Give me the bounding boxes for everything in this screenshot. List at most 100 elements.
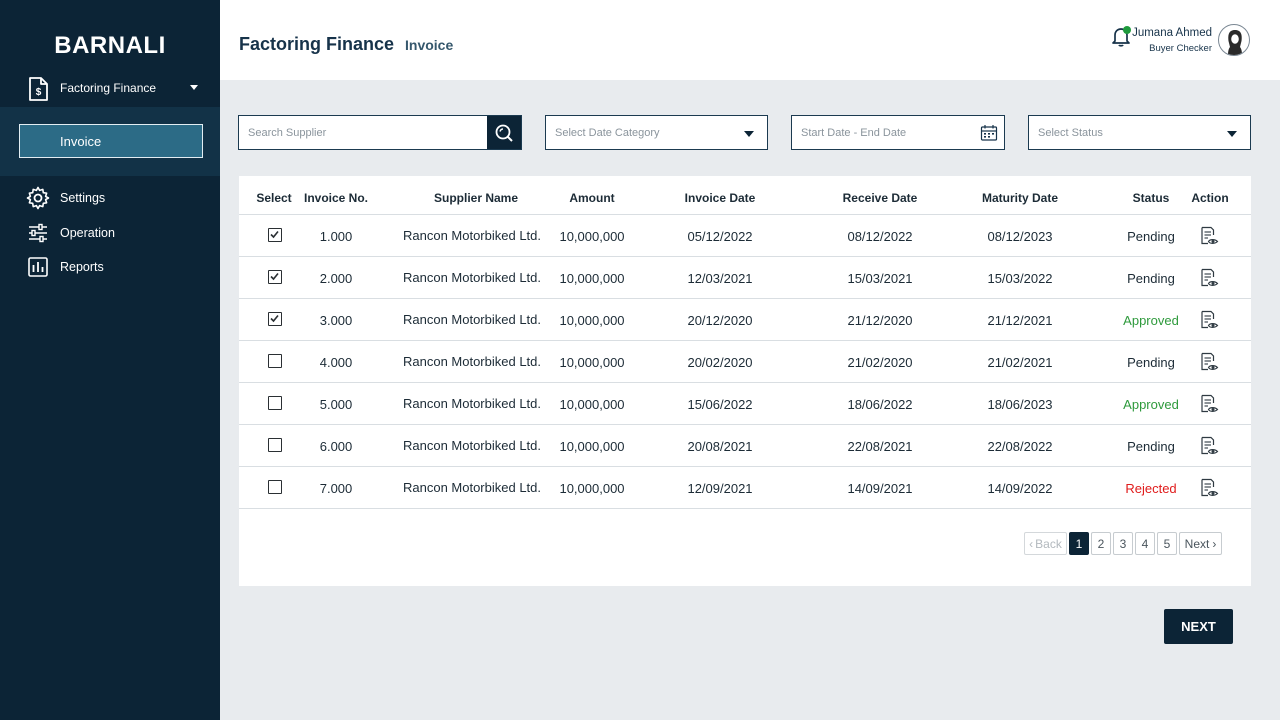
receive-date-cell: 14/09/2021 [847, 481, 913, 496]
view-document-button[interactable] [1199, 394, 1219, 414]
table-header: Select Invoice No. Supplier Name Amount … [239, 176, 1251, 215]
table-row: 5.000 Rancon Motorbiked Ltd. 10,000,000 15/… [239, 383, 1251, 425]
bar-chart-icon [28, 257, 48, 277]
sidebar-item-settings[interactable]: Settings [0, 183, 220, 213]
receive-date-cell: 22/08/2021 [847, 439, 913, 454]
amount-cell: 10,000,000 [559, 481, 625, 496]
view-document-button[interactable] [1199, 352, 1219, 372]
column-header-supplier-name: Supplier Name [433, 191, 519, 205]
pagination-page-3[interactable]: 3 [1113, 532, 1133, 555]
breadcrumb: Invoice [405, 37, 454, 53]
pagination-page-5[interactable]: 5 [1157, 532, 1177, 555]
receive-date-cell: 08/12/2022 [847, 229, 913, 244]
column-header-select: Select [256, 191, 292, 205]
table-row: 1.000 Rancon Motorbiked Ltd. 10,000,000 05/… [239, 215, 1251, 257]
view-document-button[interactable] [1199, 310, 1219, 330]
invoice-date-cell: 20/02/2020 [687, 355, 753, 370]
sidebar-item-reports[interactable]: Reports [0, 252, 220, 282]
row-select-checkbox[interactable] [268, 228, 282, 242]
check-icon [270, 314, 279, 323]
status-cell: Pending [1127, 439, 1175, 454]
user-avatar-icon [1228, 30, 1242, 55]
view-document-button[interactable] [1199, 268, 1219, 288]
maturity-date-cell: 15/03/2022 [987, 271, 1053, 286]
status-cell: Pending [1127, 355, 1175, 370]
brand-logo: BARNALI [54, 32, 166, 59]
view-document-icon [1201, 226, 1219, 245]
sidebar-item-operation[interactable]: Operation [0, 218, 220, 248]
pagination-back[interactable]: ‹ Back [1024, 532, 1067, 555]
table-row: 2.000 Rancon Motorbiked Ltd. 10,000,000 12/… [239, 257, 1251, 299]
search-input[interactable] [239, 116, 487, 149]
row-select-checkbox[interactable] [268, 354, 282, 368]
pagination-next[interactable]: Next › [1179, 532, 1222, 555]
invoice-date-cell: 20/08/2021 [687, 439, 753, 454]
column-header-receive-date: Receive Date [842, 191, 918, 205]
column-header-status: Status [1132, 191, 1170, 205]
chevron-left-icon: ‹ [1029, 536, 1034, 551]
date-category-select[interactable]: Select Date Category [545, 115, 768, 150]
invoice-date-cell: 12/09/2021 [687, 481, 753, 496]
chevron-right-icon: › [1212, 536, 1217, 551]
amount-cell: 10,000,000 [559, 397, 625, 412]
row-select-checkbox[interactable] [268, 438, 282, 452]
sidebar-item-factoring-finance[interactable]: $ Factoring Finance [0, 74, 220, 104]
status-cell: Pending [1127, 229, 1175, 244]
amount-cell: 10,000,000 [559, 229, 625, 244]
invoice-no-cell: 2.000 [319, 271, 353, 286]
amount-cell: 10,000,000 [559, 439, 625, 454]
row-select-checkbox[interactable] [268, 270, 282, 284]
view-document-icon [1201, 310, 1219, 329]
view-document-button[interactable] [1199, 478, 1219, 498]
status-cell: Rejected [1125, 481, 1177, 496]
supplier-name-cell: Rancon Motorbiked Ltd. [402, 480, 542, 495]
maturity-date-cell: 08/12/2023 [987, 229, 1053, 244]
sidebar-item-label: Reports [60, 260, 104, 274]
invoice-no-cell: 6.000 [319, 439, 353, 454]
pagination-page-4[interactable]: 4 [1135, 532, 1155, 555]
sliders-icon [29, 223, 47, 243]
date-category-placeholder: Select Date Category [555, 127, 660, 139]
maturity-date-cell: 21/02/2021 [987, 355, 1053, 370]
pagination-page-2[interactable]: 2 [1091, 532, 1111, 555]
caret-down-icon [744, 131, 754, 137]
search-icon [495, 124, 513, 142]
chevron-down-icon [190, 85, 198, 90]
user-role: Buyer Checker [1149, 43, 1212, 54]
next-button[interactable]: NEXT [1164, 609, 1233, 644]
invoice-no-cell: 3.000 [319, 313, 353, 328]
supplier-name-cell: Rancon Motorbiked Ltd. [402, 312, 542, 327]
avatar[interactable] [1218, 24, 1250, 56]
maturity-date-cell: 22/08/2022 [987, 439, 1053, 454]
sidebar: BARNALI $ Factoring Finance Invoice Sett… [0, 0, 220, 720]
pagination-back-label: Back [1035, 536, 1062, 551]
date-range-field[interactable]: Start Date - End Date [791, 115, 1005, 150]
status-select[interactable]: Select Status [1028, 115, 1251, 150]
row-select-checkbox[interactable] [268, 312, 282, 326]
search-button[interactable] [487, 116, 521, 149]
row-select-checkbox[interactable] [268, 396, 282, 410]
row-select-checkbox[interactable] [268, 480, 282, 494]
supplier-name-cell: Rancon Motorbiked Ltd. [402, 228, 542, 243]
invoice-no-cell: 7.000 [319, 481, 353, 496]
view-document-icon [1201, 478, 1219, 497]
sidebar-item-invoice[interactable]: Invoice [19, 124, 203, 158]
receive-date-cell: 15/03/2021 [847, 271, 913, 286]
invoice-table: Select Invoice No. Supplier Name Amount … [239, 176, 1251, 586]
sidebar-item-label: Operation [60, 226, 115, 240]
page-title: Factoring Finance [239, 34, 395, 54]
sidebar-item-label: Settings [60, 191, 106, 205]
check-icon [270, 230, 279, 239]
date-range-placeholder: Start Date - End Date [801, 127, 907, 139]
column-header-invoice-date: Invoice Date [684, 191, 756, 205]
invoice-no-cell: 1.000 [319, 229, 353, 244]
view-document-icon [1201, 436, 1219, 455]
view-document-button[interactable] [1199, 226, 1219, 246]
view-document-button[interactable] [1199, 436, 1219, 456]
maturity-date-cell: 18/06/2023 [987, 397, 1053, 412]
calendar-icon [980, 125, 998, 141]
amount-cell: 10,000,000 [559, 355, 625, 370]
supplier-name-cell: Rancon Motorbiked Ltd. [402, 396, 542, 411]
check-icon [270, 272, 279, 281]
pagination-page-1[interactable]: 1 [1069, 532, 1089, 555]
